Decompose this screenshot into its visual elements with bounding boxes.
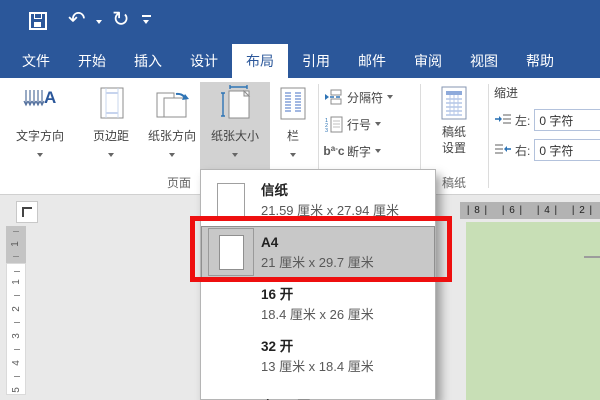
page-break-icon (324, 89, 344, 105)
save-icon[interactable] (29, 12, 47, 30)
tab-stop-icon (22, 207, 32, 217)
tab-review[interactable]: 审阅 (400, 44, 456, 78)
chevron-down-icon (108, 153, 114, 157)
tab-mailings[interactable]: 邮件 (344, 44, 400, 78)
indent-left-icon (494, 112, 512, 129)
horizontal-ruler: | 8 | | 6 | | 4 | | 2 | (460, 202, 600, 219)
manuscript-setup-button[interactable]: 稿纸 设置 (428, 82, 480, 156)
vertical-ruler-body: 1 2 3 4 5 (6, 263, 26, 395)
paper-option-big32k[interactable]: 大 32 开 (201, 382, 435, 400)
vertical-ruler-margin: 1 (6, 226, 26, 263)
columns-icon (276, 82, 310, 126)
tab-design[interactable]: 设计 (176, 44, 232, 78)
tab-view[interactable]: 视图 (456, 44, 512, 78)
tab-layout[interactable]: 布局 (232, 44, 288, 78)
indent-title: 缩进 (494, 86, 519, 100)
title-bar: ↶ ↻ (0, 0, 600, 40)
paper-size-button[interactable]: 纸张大小 (200, 82, 270, 173)
tab-file[interactable]: 文件 (8, 44, 64, 78)
group-label-page: 页面 (166, 176, 191, 190)
chevron-down-icon (37, 153, 43, 157)
orientation-icon (152, 82, 192, 126)
chevron-down-icon (232, 153, 238, 157)
paper-size-icon (217, 82, 253, 126)
manuscript-grid-icon (439, 82, 469, 124)
chevron-down-icon (290, 153, 296, 157)
paper-option-32k[interactable]: 32 开 13 厘米 x 18.4 厘米 (201, 330, 435, 382)
hyphenation-icon: b a-c (323, 144, 345, 158)
tab-references[interactable]: 引用 (288, 44, 344, 78)
line-numbers-icon: 1 2 3 (324, 116, 344, 133)
line-numbers-button[interactable]: 1 2 3 行号 (324, 113, 393, 135)
orientation-button[interactable]: 纸张方向 (144, 82, 200, 173)
breaks-button[interactable]: 分隔符 (324, 86, 394, 108)
tab-home[interactable]: 开始 (64, 44, 120, 78)
redo-icon[interactable]: ↻ (112, 9, 130, 30)
chevron-down-icon (169, 153, 175, 157)
text-direction-icon: A (20, 82, 60, 126)
customize-toolbar-icon[interactable] (142, 15, 151, 24)
chevron-down-icon (375, 122, 382, 126)
vertical-ruler: 1 1 2 3 4 5 (6, 226, 26, 395)
letter-page-icon (217, 182, 245, 218)
margins-icon (93, 82, 129, 126)
margins-button[interactable]: 页边距 (78, 82, 144, 173)
a4-icon-frame (208, 228, 254, 276)
a4-page-icon (218, 234, 244, 270)
undo-icon[interactable]: ↶ (68, 9, 86, 30)
document-page[interactable] (466, 222, 600, 400)
hyphenation-button[interactable]: b a-c 断字 (323, 140, 393, 162)
tab-selector-button[interactable] (16, 201, 38, 223)
indent-right-label: 右: (515, 143, 531, 158)
text-direction-button[interactable]: A 文字方向 (2, 82, 78, 173)
indent-right-icon (494, 142, 512, 159)
tab-insert[interactable]: 插入 (120, 44, 176, 78)
ribbon-tabs: 文件 开始 插入 设计 布局 引用 邮件 审阅 视图 帮助 (0, 40, 600, 78)
svg-text:A: A (44, 88, 56, 107)
tab-help[interactable]: 帮助 (512, 44, 568, 78)
indent-section: 缩进 左: 0 字符 右: 0 字符 (494, 84, 600, 168)
chevron-down-icon (375, 149, 382, 153)
svg-text:3: 3 (325, 128, 328, 133)
indent-left-label: 左: (515, 113, 531, 128)
chevron-down-icon (387, 95, 394, 99)
word-window: ↶ ↻ 文件 开始 插入 设计 布局 引用 邮件 审阅 视图 帮助 A 文字方向… (0, 0, 600, 400)
indent-left-input[interactable] (534, 109, 600, 131)
group-separator (488, 84, 489, 188)
margin-marker-line (584, 256, 600, 258)
paper-option-a4[interactable]: A4 21 厘米 x 29.7 厘米 (201, 226, 435, 278)
columns-button[interactable]: 栏 (270, 82, 316, 173)
paper-size-dropdown: 信纸 21.59 厘米 x 27.94 厘米 A4 21 厘米 x 29.7 厘… (200, 169, 436, 400)
undo-dropdown-icon[interactable] (96, 20, 102, 24)
paper-option-letter[interactable]: 信纸 21.59 厘米 x 27.94 厘米 (201, 174, 435, 226)
paper-option-16k[interactable]: 16 开 18.4 厘米 x 26 厘米 (201, 278, 435, 330)
indent-right-input[interactable] (534, 139, 600, 161)
